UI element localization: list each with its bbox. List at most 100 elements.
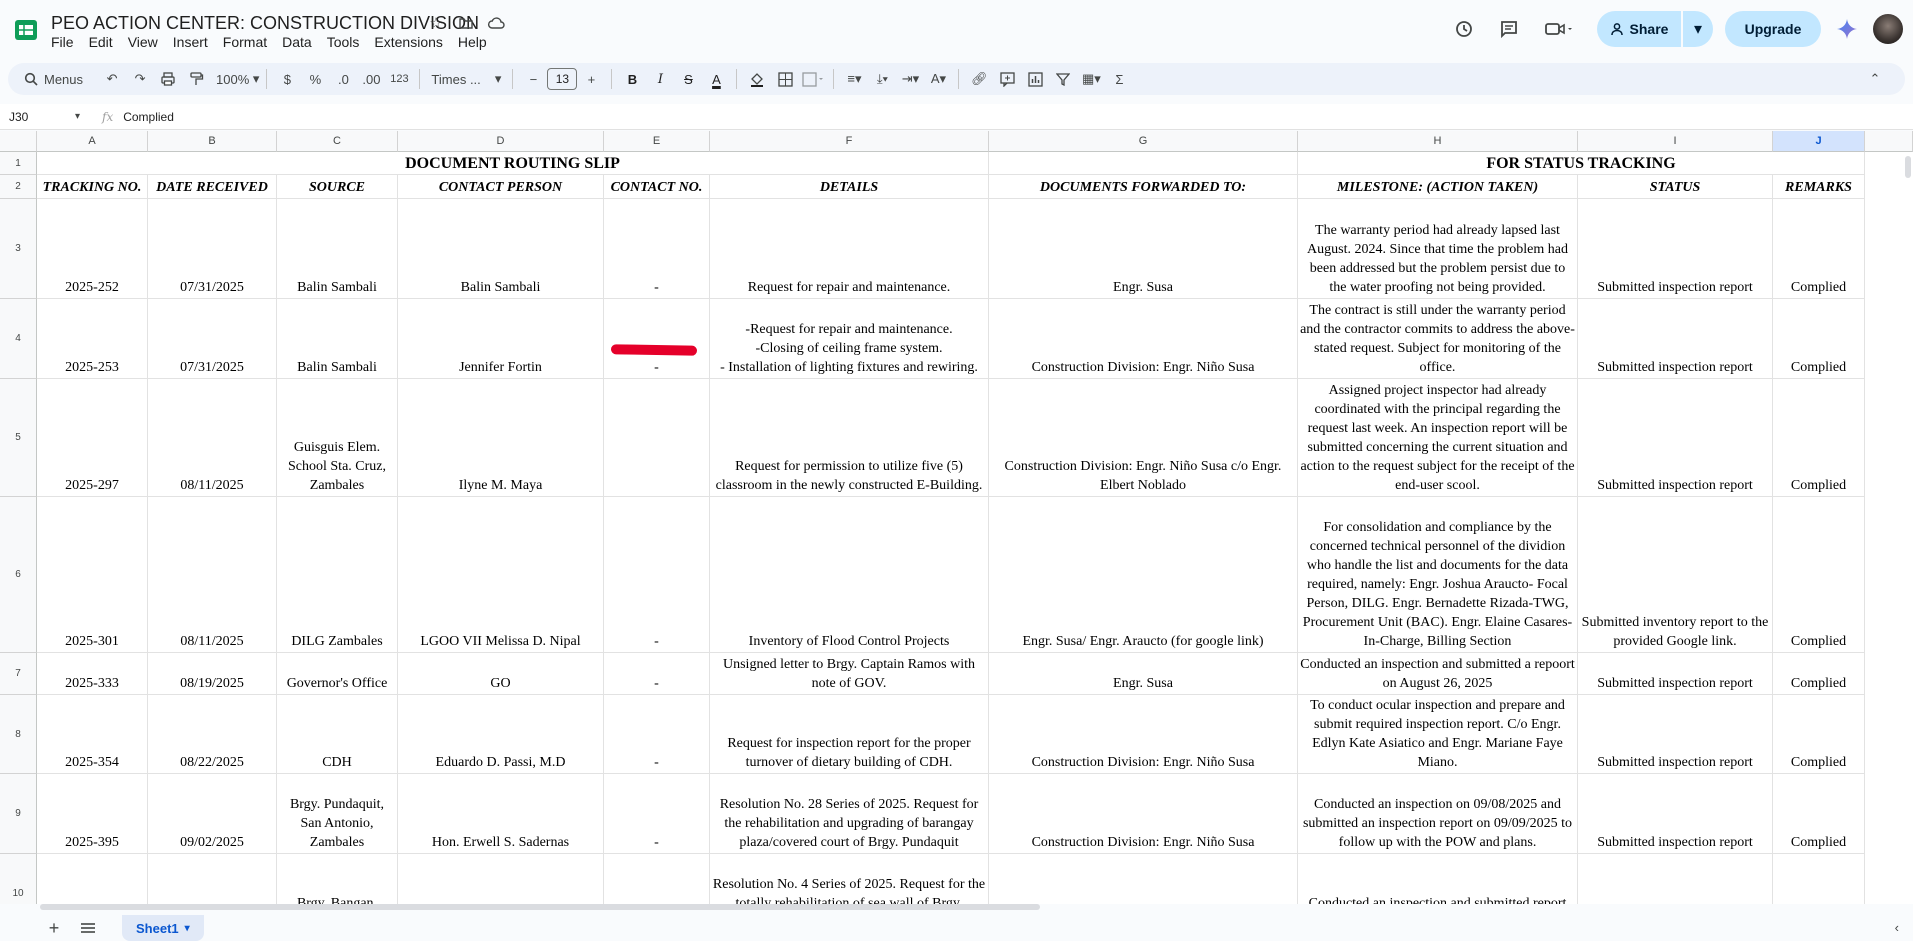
column-header-j[interactable]: J <box>1773 131 1865 152</box>
table-cell[interactable]: Jennifer Fortin <box>398 299 604 379</box>
increase-font-size-icon[interactable]: + <box>578 66 604 92</box>
menu-help[interactable]: Help <box>458 34 494 50</box>
row-header-4[interactable]: 4 <box>0 299 37 379</box>
table-cell[interactable]: Submitted inventory report to the provid… <box>1578 497 1773 653</box>
table-cell[interactable]: Engr. Susa <box>989 653 1298 695</box>
insert-link-icon[interactable]: 🔗︎ <box>966 66 992 92</box>
table-cell[interactable]: 08/11/2025 <box>148 497 277 653</box>
paint-format-icon[interactable] <box>183 66 209 92</box>
collapse-toolbar-icon[interactable]: ⌃ <box>1862 66 1888 92</box>
table-cell[interactable]: Complied <box>1773 299 1865 379</box>
table-cell[interactable]: GO <box>398 653 604 695</box>
gemini-sparkle-icon[interactable] <box>1835 17 1859 41</box>
spreadsheet-grid[interactable]: A B C D E F G H I J 1 2 3 4 5 6 7 8 9 10 DOCUMENT ROUTING SL… <box>0 131 1913 904</box>
decrease-decimal-button[interactable]: .0 <box>330 66 356 92</box>
column-label-g[interactable]: DOCUMENTS FORWARDED TO: <box>989 175 1298 199</box>
table-cell[interactable]: Construction Division: Engr. Niño Susa <box>989 774 1298 854</box>
column-header-e[interactable]: E <box>604 131 710 152</box>
name-box[interactable]: J30 ▾ <box>0 110 88 124</box>
table-cell[interactable]: Complied <box>1773 653 1865 695</box>
table-cell[interactable]: Construction Division: Engr. Niño Susa c… <box>989 379 1298 497</box>
version-history-icon[interactable] <box>1446 11 1482 47</box>
table-cell[interactable] <box>604 379 710 497</box>
redo-icon[interactable]: ↷ <box>127 66 153 92</box>
column-header-h[interactable]: H <box>1298 131 1578 152</box>
table-cell[interactable]: Conducted an inspection and submitted re… <box>1298 854 1578 904</box>
horizontal-align-icon[interactable]: ≡▾ <box>841 66 867 92</box>
menu-edit[interactable]: Edit <box>89 34 120 50</box>
table-cell[interactable]: Engr. Susa <box>989 199 1298 299</box>
column-header-a[interactable]: A <box>37 131 148 152</box>
table-cell[interactable]: Balin Sambali <box>277 199 398 299</box>
fill-color-icon[interactable] <box>744 66 770 92</box>
menu-view[interactable]: View <box>128 34 165 50</box>
table-cell[interactable]: Submitted inspection report <box>1578 695 1773 774</box>
table-cell[interactable]: 2025-253 <box>37 299 148 379</box>
table-cell[interactable]: Balin Sambali <box>277 299 398 379</box>
account-avatar[interactable] <box>1873 14 1903 44</box>
table-cell[interactable]: Guisguis Elem. School Sta. Cruz, Zambale… <box>277 379 398 497</box>
column-label-h[interactable]: MILESTONE: (ACTION TAKEN) <box>1298 175 1578 199</box>
table-cell[interactable]: Governor's Office <box>277 653 398 695</box>
table-cell[interactable]: Hon. Erwell S. Sadernas <box>398 774 604 854</box>
text-rotation-icon[interactable]: A▾ <box>925 66 951 92</box>
table-cell[interactable]: 09/02/2025 <box>148 774 277 854</box>
table-cell[interactable]: Inventory of Flood Control Projects <box>710 497 989 653</box>
table-cell[interactable]: Request for repair and maintenance. <box>710 199 989 299</box>
undo-icon[interactable]: ↶ <box>99 66 125 92</box>
table-cell[interactable]: Complied <box>1773 199 1865 299</box>
increase-decimal-button[interactable]: .00 <box>358 66 384 92</box>
move-to-folder-icon[interactable] <box>456 13 476 33</box>
row-header-5[interactable]: 5 <box>0 379 37 497</box>
menu-extensions[interactable]: Extensions <box>374 34 449 50</box>
row-header-10[interactable]: 10 <box>0 854 37 904</box>
table-cell[interactable]: 2025-297 <box>37 379 148 497</box>
strikethrough-icon[interactable]: S <box>675 66 701 92</box>
meet-video-icon[interactable] <box>1536 11 1582 47</box>
table-cell[interactable]: Request for permission to utilize five (… <box>710 379 989 497</box>
table-cell[interactable]: 2025-354 <box>37 695 148 774</box>
table-cell[interactable]: Ilyne M. Maya <box>398 379 604 497</box>
column-label-j[interactable]: REMARKS <box>1773 175 1865 199</box>
table-cell[interactable]: Request for inspection report for the pr… <box>710 695 989 774</box>
select-all-corner[interactable] <box>0 131 37 152</box>
table-cell[interactable]: 08/11/2025 <box>148 379 277 497</box>
merge-cells-icon[interactable] <box>800 66 826 92</box>
table-cell[interactable]: 08/19/2025 <box>148 653 277 695</box>
sheet-tab[interactable]: Sheet1 ▾ <box>122 915 204 941</box>
table-cell[interactable]: Brgy. Bangan, Botolan, Zambales <box>277 854 398 904</box>
share-button[interactable]: Share <box>1597 11 1681 47</box>
table-cell[interactable]: 2025-252 <box>37 199 148 299</box>
bold-button[interactable]: B <box>619 66 645 92</box>
menu-file[interactable]: File <box>51 34 81 50</box>
table-cell[interactable]: Engr. Susa/ Engr. Araucto (for google li… <box>989 497 1298 653</box>
row-header-2[interactable]: 2 <box>0 175 37 199</box>
table-cell[interactable]: - <box>604 854 710 904</box>
table-cell[interactable]: Conducted an inspection and submitted a … <box>1298 653 1578 695</box>
table-cell[interactable]: Construction Division: Engr. Niño Susa <box>989 299 1298 379</box>
table-cell[interactable]: Submitted inspection report <box>1578 854 1773 904</box>
title-document-routing-slip[interactable]: DOCUMENT ROUTING SLIP <box>37 152 989 175</box>
all-sheets-menu-icon[interactable] <box>78 918 98 938</box>
column-header-g[interactable]: G <box>989 131 1298 152</box>
table-cell[interactable]: DILG Zambales <box>277 497 398 653</box>
table-cell[interactable]: Conducted an inspection on 09/08/2025 an… <box>1298 774 1578 854</box>
table-cell[interactable]: CDH <box>277 695 398 774</box>
table-cell[interactable]: Assigned project inspector had already c… <box>1298 379 1578 497</box>
table-cell[interactable]: LGOO VII Melissa D. Nipal <box>398 497 604 653</box>
table-cell[interactable]: 07/31/2025 <box>148 199 277 299</box>
text-wrapping-icon[interactable]: ⇥▾ <box>897 66 923 92</box>
table-cell[interactable]: -Request for repair and maintenance. -Cl… <box>710 299 989 379</box>
row-header-1[interactable]: 1 <box>0 152 37 175</box>
row-header-3[interactable]: 3 <box>0 199 37 299</box>
search-menus[interactable]: Menus <box>16 66 91 92</box>
column-label-d[interactable]: CONTACT PERSON <box>398 175 604 199</box>
table-cell[interactable]: Resolution No. 4 Series of 2025. Request… <box>710 854 989 904</box>
cloud-status-icon[interactable] <box>486 13 506 33</box>
formula-input[interactable]: Complied <box>123 110 174 124</box>
column-header-f[interactable]: F <box>710 131 989 152</box>
table-cell[interactable]: 08/22/2025 <box>148 695 277 774</box>
upgrade-button[interactable]: Upgrade <box>1725 11 1821 47</box>
comments-icon[interactable] <box>1491 11 1527 47</box>
insert-comment-icon[interactable] <box>994 66 1020 92</box>
